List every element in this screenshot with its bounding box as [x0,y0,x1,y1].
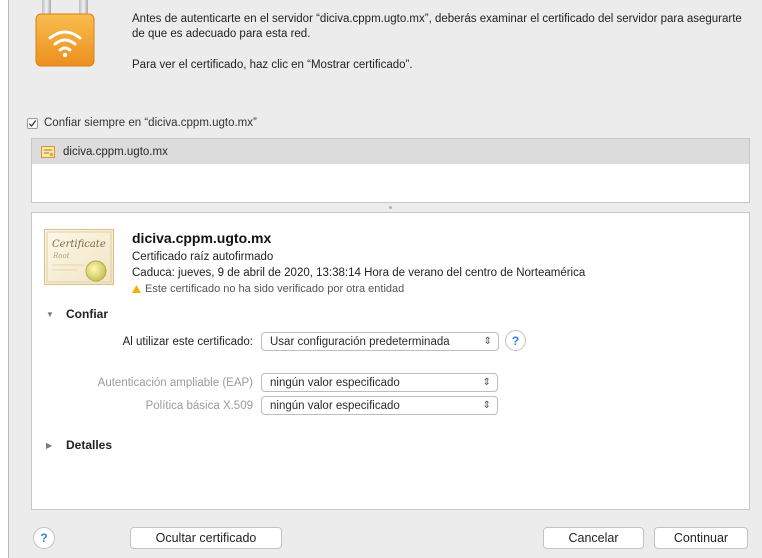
x509-value: ningún valor especificado [270,399,400,412]
help-button[interactable]: ? [33,527,55,549]
certificate-type: Certificado raíz autofirmado [132,251,274,263]
chain-item-label: diciva.cppm.ugto.mx [63,145,168,158]
message-line-1: Antes de autenticarte en el servidor “di… [132,13,742,40]
eap-value: ningún valor especificado [270,376,400,389]
checkmark-icon [28,119,37,127]
x509-label: Política básica X.509 [145,400,253,412]
network-lock-icon [35,0,95,67]
certificate-image-icon: Certificate Root [44,229,114,285]
popup-arrows-icon: ⇕ [482,377,491,388]
when-using-label: Al utilizar este certificado: [122,336,253,348]
always-trust-row[interactable]: Confiar siempre en “diciva.cppm.ugto.mx” [27,117,257,129]
x509-popup[interactable]: ningún valor especificado ⇕ [261,396,498,415]
certificate-chain-list[interactable]: diciva.cppm.ugto.mx [31,138,750,203]
continue-button[interactable]: Continuar [654,527,748,549]
hide-certificate-button[interactable]: Ocultar certificado [130,527,282,549]
certificate-detail-panel: Certificate Root diciva.cppm.ugto.mx Cer… [31,212,750,510]
background-window-edge [0,0,8,558]
when-using-value: Usar configuración predeterminada [270,335,450,348]
cancel-button[interactable]: Cancelar [543,527,644,549]
popup-arrows-icon: ⇕ [483,336,492,347]
certificate-image-text: Certificate [52,239,106,250]
trust-help-button[interactable]: ? [505,330,526,351]
certificate-image-subtext: Root [52,252,70,260]
trust-section-toggle[interactable]: ▼ Confiar [46,307,108,321]
popup-arrows-icon: ⇕ [482,400,491,411]
splitter-dot [389,206,392,209]
disclosure-closed-icon: ▶ [46,440,53,450]
certificate-icon [41,145,55,158]
certificate-expiry: Caduca: jueves, 9 de abril de 2020, 13:3… [132,267,586,279]
chain-item-selected[interactable]: diciva.cppm.ugto.mx [32,139,749,164]
help-icon: ? [511,333,520,348]
certificate-warning-text: Este certificado no ha sido verificado p… [145,283,405,295]
when-using-popup[interactable]: Usar configuración predeterminada ⇕ [261,332,499,351]
pane-splitter[interactable] [31,203,750,212]
window-border [8,0,9,558]
always-trust-label: Confiar siempre en “diciva.cppm.ugto.mx” [44,117,257,129]
details-section-title: Detalles [66,438,113,452]
certificate-name: diciva.cppm.ugto.mx [132,230,272,246]
eap-popup[interactable]: ningún valor especificado ⇕ [261,373,498,392]
eap-label: Autenticación ampliable (EAP) [97,377,253,389]
help-icon: ? [40,531,48,545]
always-trust-checkbox[interactable] [27,117,38,129]
warning-icon [132,285,141,293]
dialog-message: Antes de autenticarte en el servidor “di… [132,12,742,73]
message-line-2: Para ver el certificado, haz clic en “Mo… [132,59,413,71]
certificate-warning: Este certificado no ha sido verificado p… [132,283,404,295]
details-section-toggle[interactable]: ▶ Detalles [46,438,112,452]
disclosure-open-icon: ▼ [46,309,54,319]
trust-section-title: Confiar [66,307,108,321]
